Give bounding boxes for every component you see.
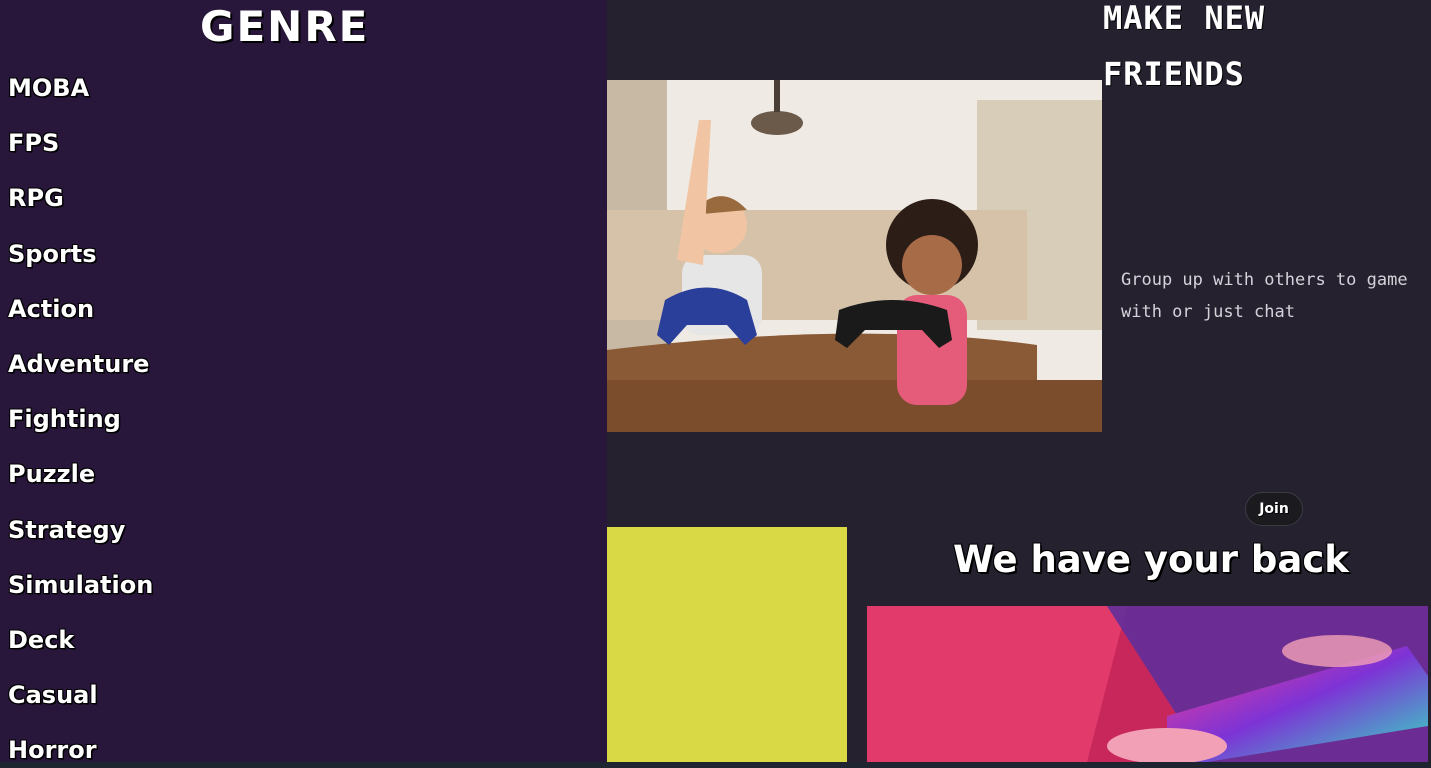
- genre-item-adventure[interactable]: Adventure: [8, 346, 153, 401]
- support-title: We have your back: [953, 538, 1349, 581]
- friends-description: Group up with others to game with or jus…: [1121, 270, 1408, 322]
- genre-item-rpg[interactable]: RPG: [8, 180, 153, 235]
- window-bottom-edge: [0, 762, 1431, 768]
- yellow-block: [607, 527, 847, 762]
- friends-title: MAKE NEW FRIENDS: [1103, 0, 1266, 93]
- genre-list: MOBA FPS RPG Sports Action Adventure Fig…: [8, 70, 153, 762]
- genre-item-moba[interactable]: MOBA: [8, 70, 153, 125]
- genre-item-strategy[interactable]: Strategy: [8, 512, 153, 567]
- genre-title: GENRE: [200, 2, 370, 51]
- gamer-keyboard-photo: [867, 606, 1428, 762]
- genre-item-sports[interactable]: Sports: [8, 236, 153, 291]
- genre-sidebar: GENRE MOBA FPS RPG Sports Action Adventu…: [0, 0, 607, 762]
- genre-item-puzzle[interactable]: Puzzle: [8, 456, 153, 511]
- kids-gaming-photo: [607, 80, 1102, 432]
- genre-item-action[interactable]: Action: [8, 291, 153, 346]
- genre-item-fps[interactable]: FPS: [8, 125, 153, 180]
- genre-item-deck[interactable]: Deck: [8, 622, 153, 677]
- genre-item-casual[interactable]: Casual: [8, 677, 153, 732]
- join-button[interactable]: Join: [1245, 492, 1303, 526]
- genre-item-fighting[interactable]: Fighting: [8, 401, 153, 456]
- main-content: MAKE NEW FRIENDS Group up with others to: [607, 0, 1431, 762]
- genre-item-simulation[interactable]: Simulation: [8, 567, 153, 622]
- genre-item-horror[interactable]: Horror: [8, 732, 153, 762]
